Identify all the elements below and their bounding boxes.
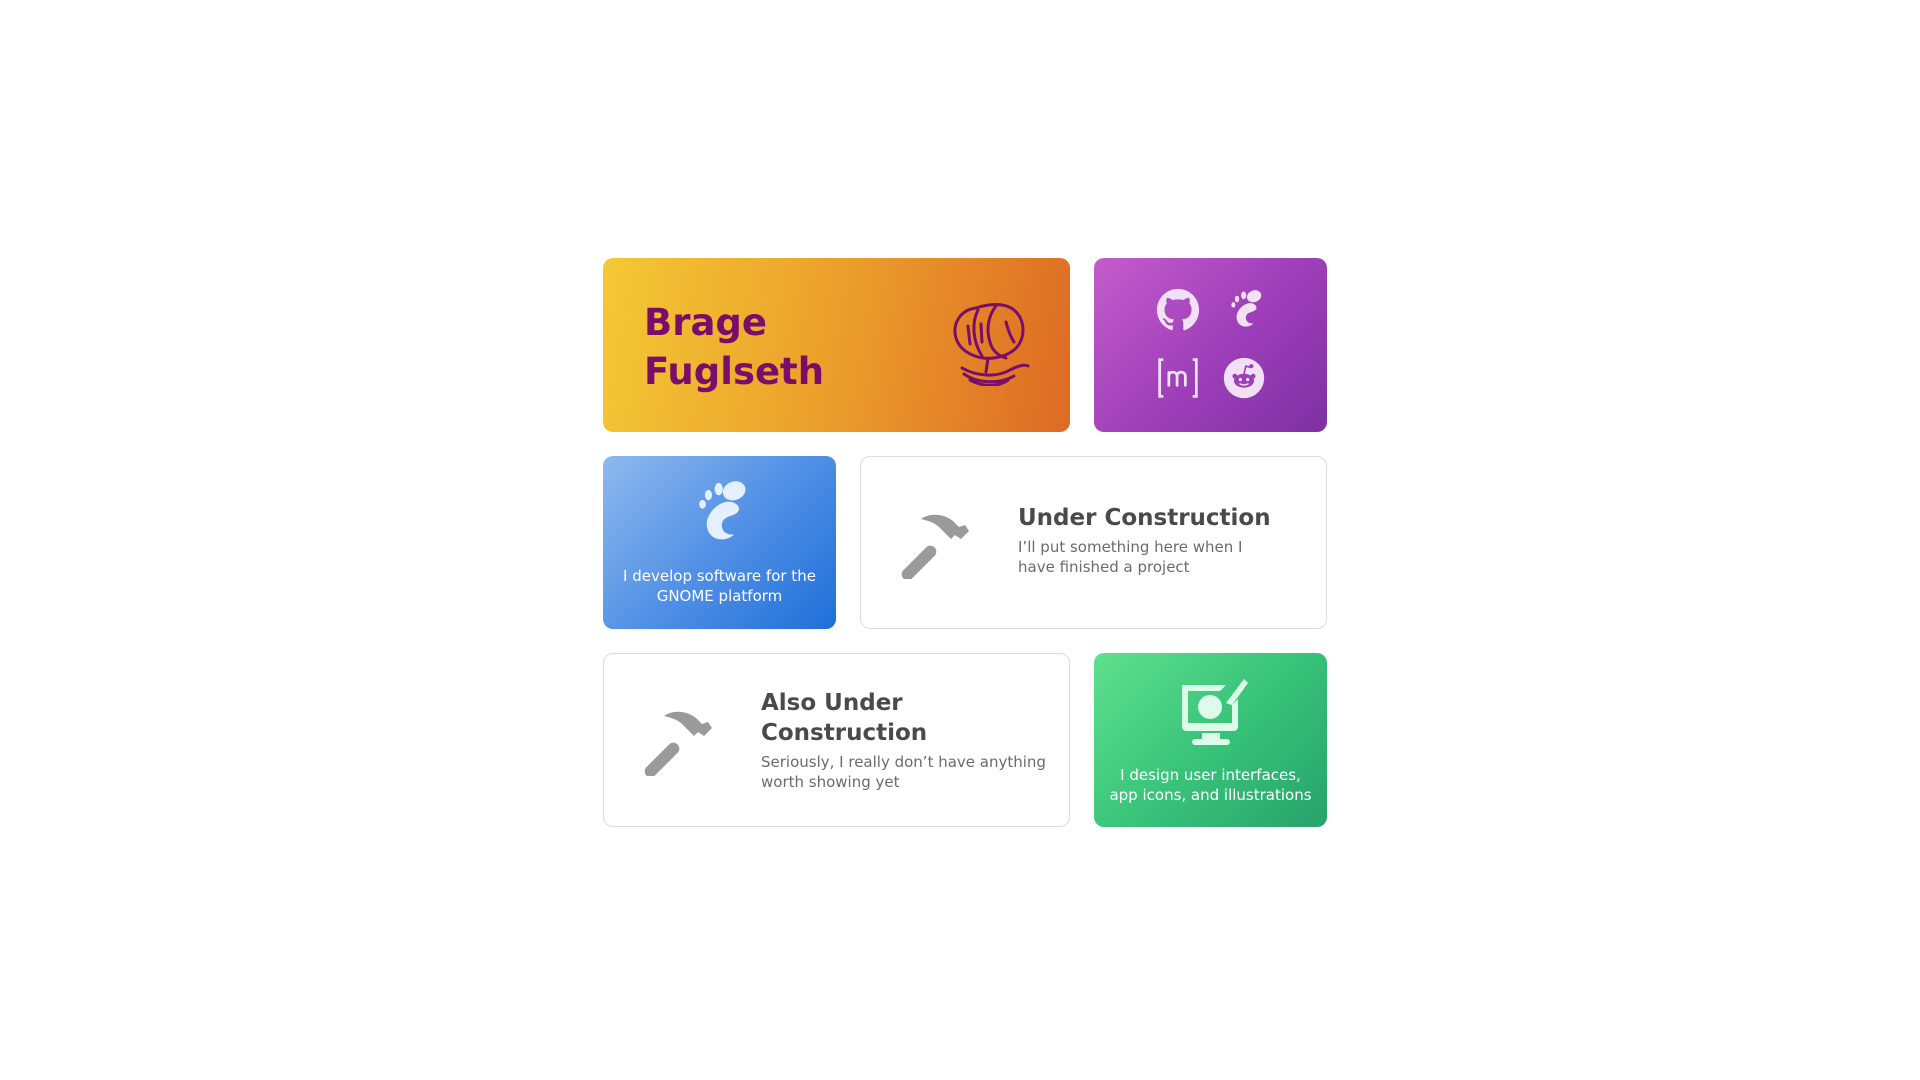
gnome-foot-icon xyxy=(698,481,745,540)
under-construction-card: Under Construction I’ll put something he… xyxy=(860,456,1327,629)
social-links-card xyxy=(1094,258,1327,432)
gnome-platform-card[interactable]: I develop software for the GNOME platfor… xyxy=(603,456,836,629)
design-card[interactable]: I design user interfaces, app icons, and… xyxy=(1094,653,1327,827)
hammer-icon xyxy=(901,514,969,579)
construction-title: Also Under Construction xyxy=(761,690,928,746)
design-monitor-icon xyxy=(1181,679,1248,745)
also-under-construction-card: Also Under Construction Seriously, I rea… xyxy=(603,653,1070,827)
construction-description: I’ll put something here when I have fini… xyxy=(1018,538,1243,576)
gnome-foot-icon[interactable] xyxy=(1222,288,1266,332)
construction-title: Under Construction xyxy=(1018,505,1271,531)
construction-description: Seriously, I really don’t have anything … xyxy=(761,753,1046,791)
card-grid: Brage Fuglseth I develop software for th… xyxy=(0,0,1920,1080)
name-card: Brage Fuglseth xyxy=(603,258,1070,432)
design-card-text: I design user interfaces, app icons, and… xyxy=(1109,766,1312,804)
hot-air-balloon-logo-icon xyxy=(953,303,1030,386)
gnome-card-text: I develop software for the GNOME platfor… xyxy=(623,567,816,605)
profile-name: Brage Fuglseth xyxy=(644,301,825,393)
matrix-icon[interactable] xyxy=(1156,356,1200,400)
github-icon[interactable] xyxy=(1156,288,1200,332)
hammer-icon xyxy=(644,711,712,776)
reddit-icon[interactable] xyxy=(1222,356,1266,400)
